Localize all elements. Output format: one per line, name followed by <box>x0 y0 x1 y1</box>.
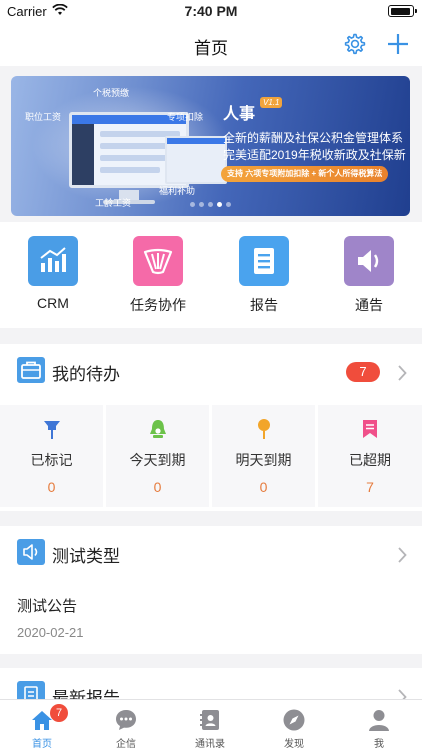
person-icon <box>367 708 391 732</box>
tab-home-badge: 7 <box>50 704 68 722</box>
tab-messages[interactable]: 企信 <box>84 700 168 750</box>
app-grid: CRM 任务协作 报告 通告 <box>0 222 422 328</box>
notice-title: 测试类型 <box>52 547 120 566</box>
tab-label: 通讯录 <box>195 739 225 750</box>
gear-icon[interactable] <box>342 32 366 56</box>
banner-page-dots[interactable] <box>11 194 410 212</box>
app-notice[interactable]: 通告 <box>329 236 409 315</box>
pushpin-icon <box>253 418 275 440</box>
todo-cell-overdue[interactable]: 已超期 7 <box>318 405 422 507</box>
app-task-collab[interactable]: 任务协作 <box>118 236 198 315</box>
todo-cell-label: 已标记 <box>30 452 73 468</box>
todo-cell-label: 今天到期 <box>129 452 186 468</box>
bell-icon <box>147 418 169 440</box>
tab-label: 首页 <box>32 739 52 750</box>
document-icon <box>239 236 289 286</box>
task-fan-icon <box>133 236 183 286</box>
todo-cell-label: 已超期 <box>349 452 391 468</box>
banner-line-1: 全新的薪酬及社保公积金管理体系 <box>223 131 404 145</box>
app-crm[interactable]: CRM <box>13 236 93 311</box>
todo-cell-label: 明天到期 <box>235 452 292 468</box>
tab-bar: 7 首页 企信 通讯录 发现 我 <box>0 699 422 750</box>
battery-icon <box>388 5 417 17</box>
compass-icon <box>282 708 306 732</box>
banner-tag: 专项扣除 <box>167 112 204 122</box>
todo-cell-value: 7 <box>366 479 374 495</box>
banner-headline: 人事 <box>223 106 256 123</box>
todo-grid: 已标记 0 今天到期 0 明天到期 0 已超期 7 <box>0 405 422 507</box>
speaker-icon <box>344 236 394 286</box>
tab-home[interactable]: 7 首页 <box>0 700 84 750</box>
banner-tag: 个税预缴 <box>93 88 130 98</box>
notice-item-date: 2020-02-21 <box>17 625 84 640</box>
todo-count-badge: 7 <box>346 362 380 382</box>
chevron-right-icon[interactable] <box>397 365 407 381</box>
tab-label: 企信 <box>116 739 136 750</box>
chevron-right-icon[interactable] <box>397 547 407 563</box>
bar-chart-icon <box>28 236 78 286</box>
promo-banner[interactable]: 个税预缴 职位工资 专项扣除 福利补助 工龄工资 人事 V1.1 全新的薪酬及社… <box>11 76 410 216</box>
app-report[interactable]: 报告 <box>224 236 304 315</box>
todo-cell-value: 0 <box>259 479 268 495</box>
banner-version: V1.1 <box>260 97 283 108</box>
todo-cell-due-tomorrow[interactable]: 明天到期 0 <box>212 405 315 507</box>
add-icon[interactable] <box>385 31 411 57</box>
clock: 7:40 PM <box>184 3 238 19</box>
todo-cell-value: 0 <box>47 479 56 495</box>
todo-cell-due-today[interactable]: 今天到期 0 <box>106 405 209 507</box>
todo-cell-marked[interactable]: 已标记 0 <box>0 405 103 507</box>
banner-promo: 支持 六项专项附加扣除 + 新个人所得税算法 <box>221 166 389 182</box>
app-label: CRM <box>37 295 69 311</box>
status-bar: Carrier 7:40 PM <box>0 0 422 22</box>
notice-header[interactable]: 测试类型 <box>0 526 422 581</box>
pin-icon <box>41 418 63 440</box>
tab-discover[interactable]: 发现 <box>252 700 336 750</box>
briefcase-icon <box>17 357 45 383</box>
tab-label: 发现 <box>284 739 304 750</box>
tab-label: 我 <box>374 739 384 750</box>
tab-me[interactable]: 我 <box>336 700 422 750</box>
notice-card: 测试类型 测试公告 2020-02-21 <box>0 526 422 654</box>
monitor-illustration-small <box>165 136 227 184</box>
tab-contacts[interactable]: 通讯录 <box>168 700 252 750</box>
todo-cell-value: 0 <box>153 479 162 495</box>
speaker-icon <box>17 539 45 565</box>
bookmark-icon <box>359 418 381 440</box>
address-book-icon <box>198 708 222 732</box>
app-label: 报告 <box>250 297 278 313</box>
notice-item-title[interactable]: 测试公告 <box>17 595 77 616</box>
todo-header[interactable]: 我的待办 7 <box>0 344 422 399</box>
app-label: 通告 <box>355 297 383 313</box>
banner-tag: 职位工资 <box>25 112 62 122</box>
nav-bar: 首页 <box>0 22 422 66</box>
todo-title: 我的待办 <box>52 365 120 384</box>
chat-bubble-icon <box>114 708 138 732</box>
app-label: 任务协作 <box>130 297 186 313</box>
